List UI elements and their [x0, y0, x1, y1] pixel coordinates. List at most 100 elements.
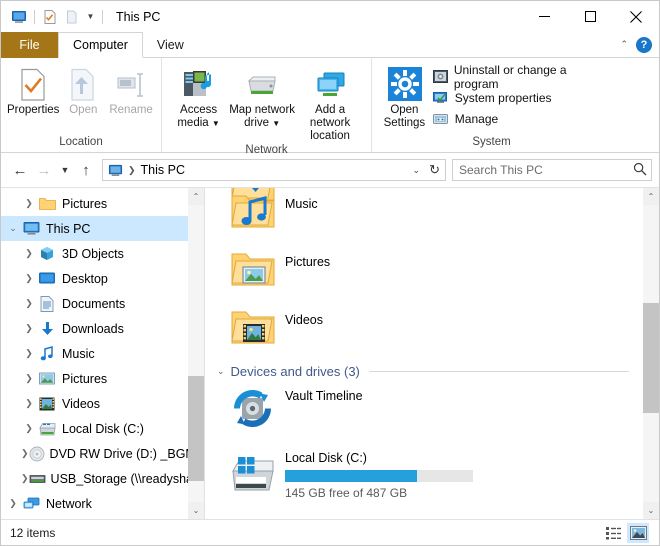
- tree-item-dvd-drive-d[interactable]: ❯ DVD RW Drive (D:) _BGMC_V: [1, 441, 204, 466]
- list-item[interactable]: Pictures: [205, 243, 643, 301]
- tree-item-local-disk-c[interactable]: ❯ Local Disk (C:): [1, 416, 204, 441]
- access-media-button[interactable]: Access media ▼: [168, 64, 229, 130]
- uninstall-program-button[interactable]: Uninstall or change a program: [431, 63, 605, 91]
- list-item[interactable]: Local Disk (C:) 145 GB free of 487 GB: [205, 445, 643, 507]
- open-settings-button[interactable]: Open Settings: [378, 64, 431, 130]
- toolbar-separator-2: [102, 9, 103, 24]
- chevron-down-icon[interactable]: ⌄: [217, 366, 225, 377]
- help-icon[interactable]: ?: [636, 36, 652, 53]
- recent-locations-button[interactable]: ▼: [56, 158, 74, 182]
- tree-item-downloads[interactable]: ❯ Downloads: [1, 316, 204, 341]
- forward-button[interactable]: →: [32, 158, 56, 182]
- breadcrumb-bar[interactable]: ❯ This PC ⌄ ↻: [102, 159, 446, 181]
- ribbon-tab-strip: File Computer View ⌃ ?: [1, 32, 659, 58]
- tree-item-this-pc[interactable]: ⌄ This PC: [1, 216, 204, 241]
- list-item[interactable]: Vault Timeline: [205, 383, 643, 445]
- details-view-button[interactable]: [603, 523, 625, 543]
- tree-item-network[interactable]: ❯ Network: [1, 491, 204, 516]
- chevron-down-icon[interactable]: ⌄: [5, 221, 21, 237]
- chevron-right-icon[interactable]: ❯: [21, 296, 37, 312]
- back-button[interactable]: ←: [8, 158, 32, 182]
- rename-button[interactable]: Rename: [107, 64, 155, 117]
- items-view: Music Pictures Videos ⌄ Devices and driv…: [205, 188, 643, 519]
- content-pane-scrollbar[interactable]: ⌃ ⌄: [643, 188, 659, 519]
- tab-file[interactable]: File: [1, 32, 58, 58]
- chevron-right-icon[interactable]: ❯: [21, 246, 37, 262]
- music-icon: [37, 345, 57, 363]
- tree-item-videos[interactable]: ❯ Videos: [1, 391, 204, 416]
- properties-icon[interactable]: [39, 6, 61, 28]
- list-item[interactable]: Music: [205, 188, 643, 243]
- search-input[interactable]: Search This PC: [459, 163, 633, 177]
- large-icons-view-button[interactable]: [627, 522, 649, 543]
- system-properties-button[interactable]: System properties: [431, 87, 605, 108]
- tab-view[interactable]: View: [143, 32, 198, 58]
- chevron-right-icon[interactable]: ❯: [21, 346, 37, 362]
- address-bar: ← → ▼ ↑ ❯ This PC ⌄ ↻ Search This PC: [1, 153, 659, 187]
- tree-item-pictures[interactable]: ❯ Pictures: [1, 366, 204, 391]
- list-item[interactable]: Videos: [205, 301, 643, 359]
- scroll-track[interactable]: [188, 205, 204, 502]
- open-button[interactable]: Open: [59, 64, 107, 117]
- breadcrumb-this-pc[interactable]: This PC: [141, 163, 185, 177]
- chevron-right-icon[interactable]: ❯: [21, 196, 37, 212]
- map-network-drive-button[interactable]: Map network drive ▼: [229, 64, 295, 130]
- quick-access-dropdown[interactable]: ▼: [83, 6, 98, 28]
- scroll-track[interactable]: [643, 205, 659, 502]
- content-pane: Music Pictures Videos ⌄ Devices and driv…: [204, 188, 659, 519]
- ribbon-group-network: Access media ▼ Map network drive ▼ Add a…: [161, 58, 371, 156]
- collapse-ribbon-icon[interactable]: ⌃: [615, 39, 633, 50]
- chevron-right-icon[interactable]: ❯: [5, 496, 21, 512]
- maximize-button[interactable]: [567, 1, 613, 32]
- map-network-drive-dropdown-icon[interactable]: ▼: [272, 119, 280, 128]
- chevron-right-icon[interactable]: ❯: [21, 321, 37, 337]
- properties-label: Properties: [7, 104, 60, 116]
- tree-item-desktop[interactable]: ❯ Desktop: [1, 266, 204, 291]
- scroll-up-icon[interactable]: ⌃: [643, 188, 659, 205]
- this-pc-icon: [21, 220, 41, 238]
- tree-item-music[interactable]: ❯ Music: [1, 341, 204, 366]
- up-button[interactable]: ↑: [74, 158, 98, 182]
- desktop-icon: [37, 270, 57, 288]
- tree-item-usb-storage[interactable]: ❯ USB_Storage (\\readyshare): [1, 466, 204, 491]
- search-box[interactable]: Search This PC: [452, 159, 652, 181]
- open-settings-label-line1: Open: [390, 104, 419, 116]
- drive-free-space-label: 145 GB free of 487 GB: [285, 486, 408, 500]
- properties-button[interactable]: Properties: [7, 64, 59, 117]
- group-header-devices-and-drives[interactable]: ⌄ Devices and drives (3): [205, 359, 643, 383]
- minimize-button[interactable]: [521, 1, 567, 32]
- system-properties-label: System properties: [454, 90, 552, 105]
- scroll-down-icon[interactable]: ⌄: [643, 502, 659, 519]
- tab-computer[interactable]: Computer: [58, 32, 143, 58]
- refresh-icon[interactable]: ↻: [426, 162, 443, 178]
- navigation-pane: ❯ Pictures ⌄ This PC ❯ 3D Objects ❯ Desk…: [1, 188, 204, 519]
- scroll-up-icon[interactable]: ⌃: [188, 188, 204, 205]
- add-network-location-button[interactable]: Add a network location: [295, 64, 365, 143]
- scroll-thumb[interactable]: [643, 303, 659, 413]
- tree-item-documents[interactable]: ❯ Documents: [1, 291, 204, 316]
- videos-icon: [37, 395, 57, 413]
- scroll-thumb[interactable]: [188, 376, 204, 481]
- new-folder-icon[interactable]: [61, 6, 83, 28]
- search-icon[interactable]: [633, 162, 647, 179]
- navigation-pane-scrollbar[interactable]: ⌃ ⌄: [188, 188, 204, 519]
- breadcrumb-dropdown-icon[interactable]: ⌄: [407, 165, 427, 176]
- manage-button[interactable]: Manage: [431, 108, 605, 129]
- scroll-down-icon[interactable]: ⌄: [188, 502, 204, 519]
- breadcrumb-separator-icon[interactable]: ❯: [123, 165, 141, 176]
- chevron-right-icon[interactable]: ❯: [21, 421, 37, 437]
- tree-item-pictures-quickaccess[interactable]: ❯ Pictures: [1, 191, 204, 216]
- chevron-right-icon[interactable]: ❯: [21, 271, 37, 287]
- 3d-objects-icon: [37, 245, 57, 263]
- chevron-right-icon[interactable]: ❯: [21, 471, 29, 487]
- properties-icon: [18, 67, 48, 103]
- gear-icon: [384, 67, 424, 103]
- this-pc-icon[interactable]: [8, 6, 30, 28]
- tab-strip-right: ⌃ ?: [615, 32, 659, 57]
- tree-item-3d-objects[interactable]: ❯ 3D Objects: [1, 241, 204, 266]
- access-media-dropdown-icon[interactable]: ▼: [212, 119, 220, 128]
- chevron-right-icon[interactable]: ❯: [21, 371, 37, 387]
- chevron-right-icon[interactable]: ❯: [21, 446, 29, 462]
- close-button[interactable]: [613, 1, 659, 32]
- chevron-right-icon[interactable]: ❯: [21, 396, 37, 412]
